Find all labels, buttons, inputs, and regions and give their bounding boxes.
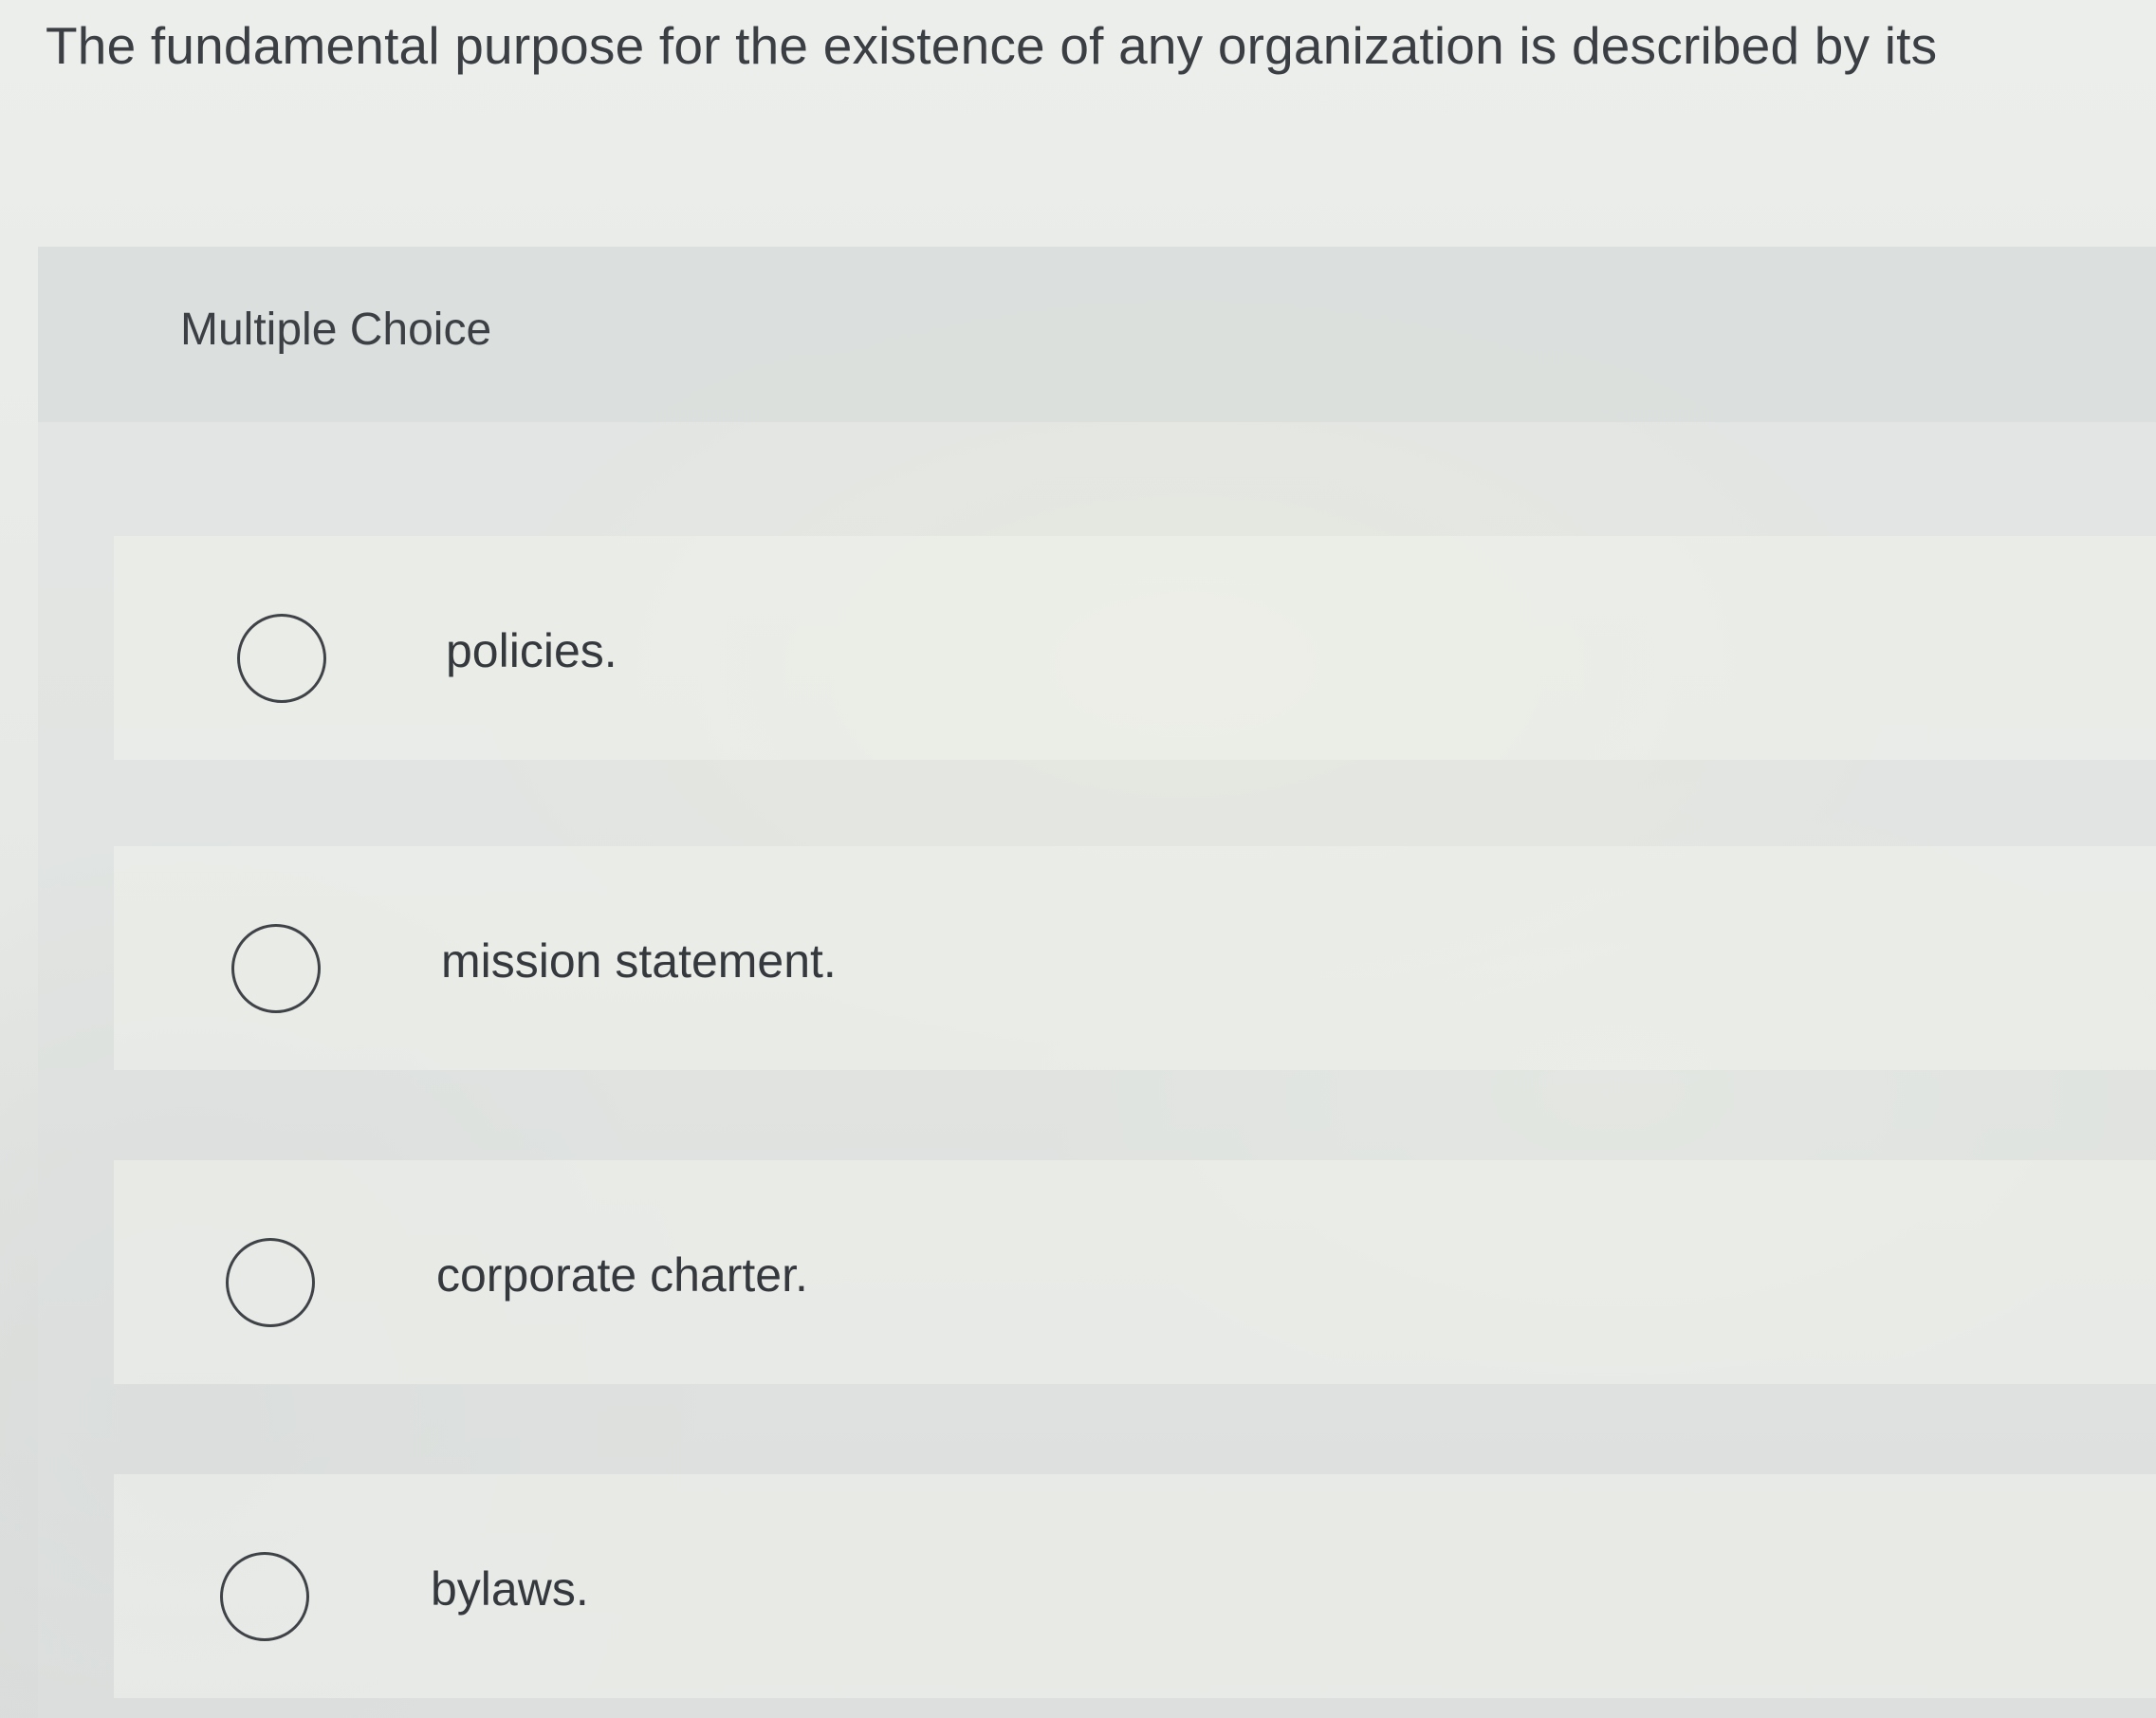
radio-button[interactable] <box>237 614 326 703</box>
option-label: corporate charter. <box>436 1248 808 1302</box>
radio-button[interactable] <box>220 1552 309 1641</box>
option-label: bylaws. <box>431 1562 589 1616</box>
radio-button[interactable] <box>231 924 321 1013</box>
question-type-label: Multiple Choice <box>180 305 492 355</box>
option-label: policies. <box>446 624 617 677</box>
option-label: mission statement. <box>441 934 837 988</box>
option-bylaws[interactable]: bylaws. <box>114 1474 2156 1698</box>
radio-button[interactable] <box>226 1238 315 1327</box>
option-mission-statement[interactable]: mission statement. <box>114 846 2156 1070</box>
question-text: The fundamental purpose for the existenc… <box>46 16 1938 75</box>
question-type-header: Multiple Choice <box>38 247 2156 422</box>
answer-panel: Multiple Choice policies. mission statem… <box>38 247 2156 1718</box>
option-policies[interactable]: policies. <box>114 536 2156 760</box>
option-corporate-charter[interactable]: corporate charter. <box>114 1160 2156 1384</box>
